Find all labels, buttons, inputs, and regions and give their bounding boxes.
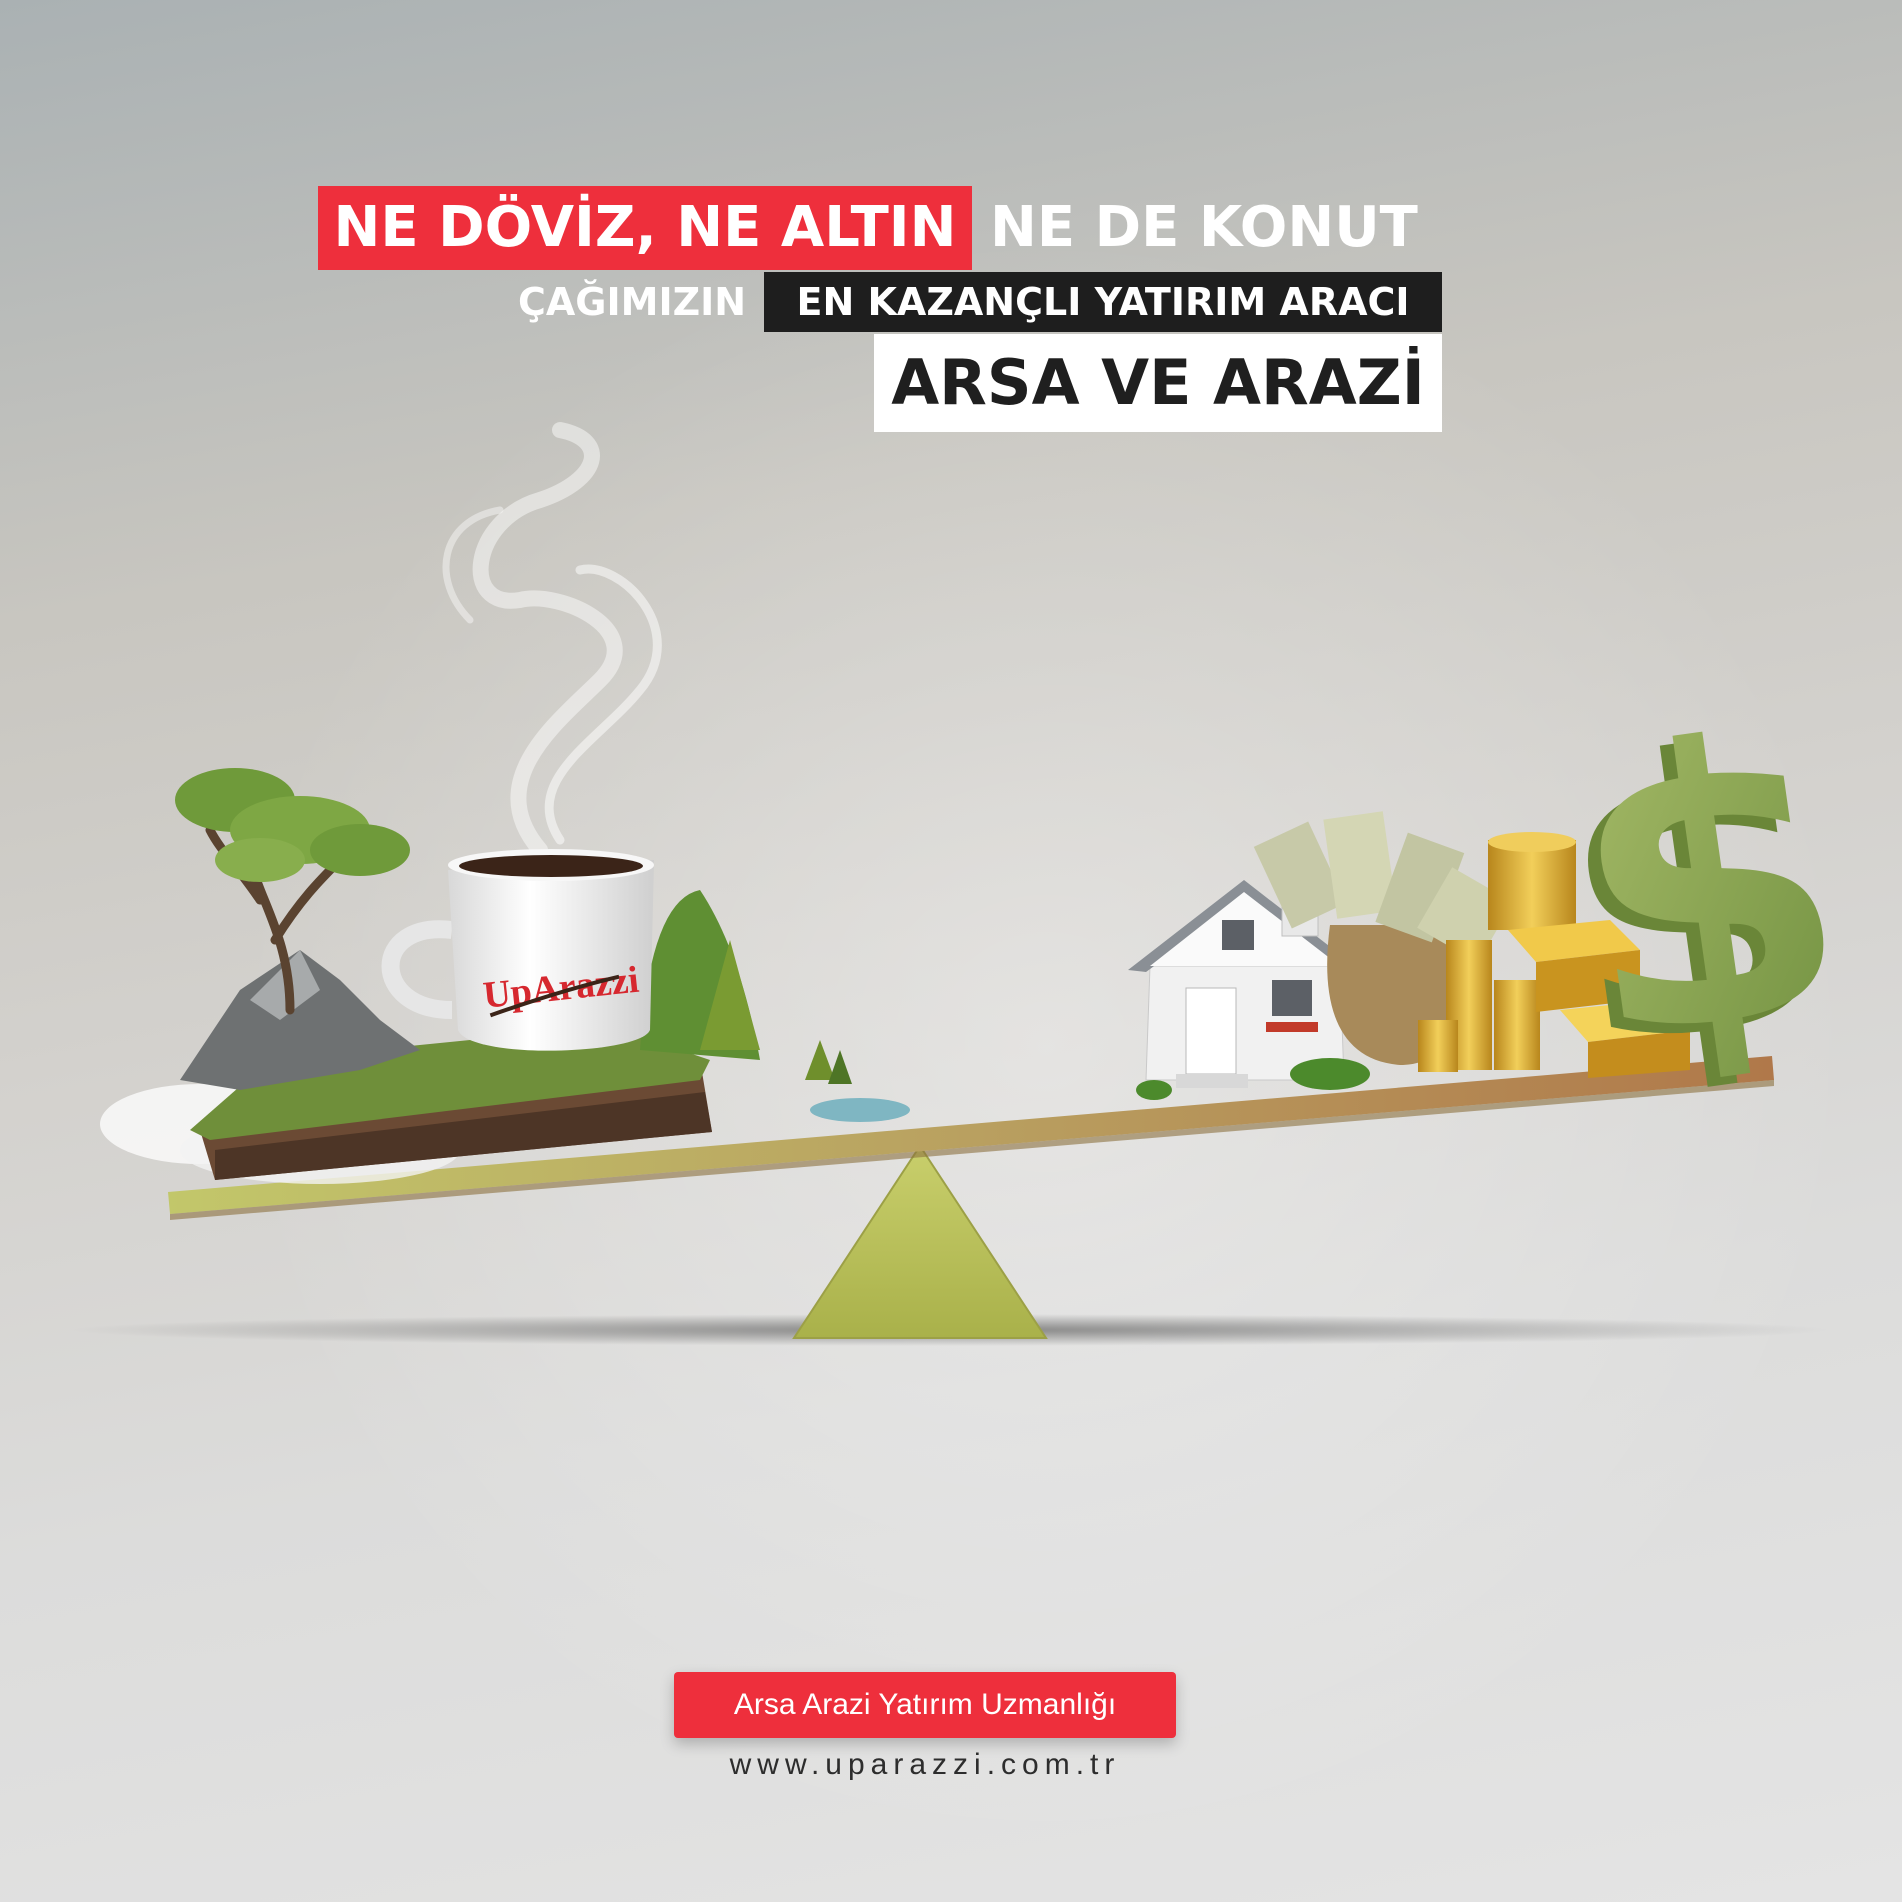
- website-link[interactable]: www.uparazzi.com.tr: [674, 1748, 1176, 1782]
- expertise-badge: Arsa Arazi Yatırım Uzmanlığı: [674, 1672, 1176, 1738]
- dollar-sign-icon: $ $: [1535, 652, 1871, 1137]
- coffee-mug: [381, 849, 654, 1051]
- seesaw-fulcrum: [792, 1144, 1048, 1339]
- steam: [442, 422, 662, 858]
- seesaw-illustration: UpArazzi $ $: [70, 422, 1871, 1346]
